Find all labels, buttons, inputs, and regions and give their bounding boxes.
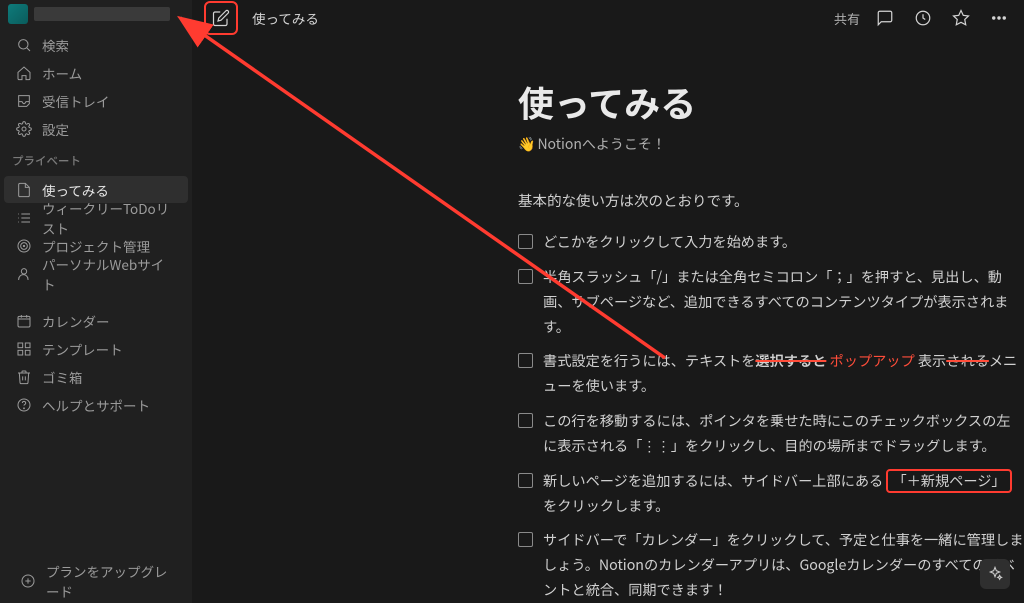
page-title[interactable]: 使ってみる xyxy=(518,76,1024,128)
checkbox[interactable] xyxy=(518,234,533,249)
topbar: 使ってみる 共有 xyxy=(192,0,1024,36)
todo-text: どこかをクリックして入力を始めます。 xyxy=(543,230,796,255)
updates-button[interactable] xyxy=(910,5,936,31)
list-icon xyxy=(16,210,32,226)
checkbox[interactable] xyxy=(518,269,533,284)
more-button[interactable] xyxy=(986,5,1012,31)
intro-text[interactable]: 基本的な使い方は次のとおりです。 xyxy=(518,190,1024,211)
workspace-name xyxy=(34,7,170,21)
breadcrumb[interactable]: 使ってみる xyxy=(252,8,319,28)
templates-icon xyxy=(16,341,32,357)
sidebar-page-personal-site[interactable]: パーソナルWebサイト xyxy=(4,260,188,287)
todo-list: どこかをクリックして入力を始めます。 半角スラッシュ「/」または全角セミコロン「… xyxy=(518,225,1024,603)
target-icon xyxy=(16,238,32,254)
inbox-icon xyxy=(16,93,32,109)
sidebar: ⌄ 検索 ホーム 受信トレイ 設定 プライベート xyxy=(0,0,192,603)
sidebar-inbox[interactable]: 受信トレイ xyxy=(4,87,188,114)
trash-icon xyxy=(16,369,32,385)
annotation-highlight-newpage: 「＋新規ページ」 xyxy=(886,469,1011,493)
todo-text: 新しいページを追加するには、サイドバー上部にある 「＋新規ページ」 をクリックし… xyxy=(543,469,1024,519)
todo-text: この行を移動するには、ポインタを乗せた時にこのチェックボックスの左に表示される「… xyxy=(543,409,1024,459)
page-content: 使ってみる 👋Notionへようこそ！ 基本的な使い方は次のとおりです。 どこか… xyxy=(192,36,1024,603)
todo-item[interactable]: 書式設定を行うには、テキストを選択すると ポップアップ 表示されるメニューを使い… xyxy=(518,344,1024,404)
sidebar-item-label: パーソナルWebサイト xyxy=(42,254,176,294)
home-icon xyxy=(16,65,32,81)
chevron-down-icon: ⌄ xyxy=(176,7,184,22)
page-icon xyxy=(16,182,32,198)
annotation-highlight-compose xyxy=(204,1,238,35)
sidebar-settings[interactable]: 設定 xyxy=(4,115,188,142)
checkbox[interactable] xyxy=(518,353,533,368)
gear-icon xyxy=(16,121,32,137)
checkbox[interactable] xyxy=(518,413,533,428)
checkbox[interactable] xyxy=(518,532,533,547)
sidebar-item-label: プロジェクト管理 xyxy=(42,236,150,256)
welcome-text: Notionへようこそ！ xyxy=(537,134,665,154)
todo-item[interactable]: サイドバーで「カレンダー」をクリックして、予定と仕事を一緒に管理しましょう。No… xyxy=(518,523,1024,603)
sidebar-settings-label: 設定 xyxy=(42,119,69,139)
new-page-button[interactable] xyxy=(208,5,234,31)
welcome-line[interactable]: 👋Notionへようこそ！ xyxy=(518,134,1024,154)
checkbox[interactable] xyxy=(518,473,533,488)
wave-icon: 👋 xyxy=(518,134,535,154)
workspace-avatar xyxy=(8,4,28,24)
plus-circle-icon xyxy=(20,573,36,589)
share-button[interactable]: 共有 xyxy=(834,9,860,28)
main-area: 使ってみる 共有 使ってみる 👋Notionへようこそ！ 基本的な使い方は次の xyxy=(192,0,1024,603)
search-icon xyxy=(16,37,32,53)
todo-text: 半角スラッシュ「/」または全角セミコロン「；」を押すと、見出し、動画、サブページ… xyxy=(543,265,1024,340)
sidebar-item-label: 使ってみる xyxy=(42,180,109,200)
sidebar-private-header: プライベート xyxy=(0,145,192,173)
todo-item[interactable]: この行を移動するには、ポインタを乗せた時にこのチェックボックスの左に表示される「… xyxy=(518,404,1024,464)
sidebar-upgrade[interactable]: プランをアップグレード xyxy=(8,567,184,594)
todo-item[interactable]: 半角スラッシュ「/」または全角セミコロン「；」を押すと、見出し、動画、サブページ… xyxy=(518,260,1024,345)
todo-text: 書式設定を行うには、テキストを選択すると ポップアップ 表示されるメニューを使い… xyxy=(543,349,1024,399)
ai-assistant-button[interactable] xyxy=(980,559,1010,589)
sidebar-item-label: カレンダー xyxy=(42,311,110,331)
sidebar-item-label: プランをアップグレード xyxy=(46,561,172,601)
person-icon xyxy=(16,266,32,282)
comments-button[interactable] xyxy=(872,5,898,31)
sidebar-help[interactable]: ヘルプとサポート xyxy=(4,391,188,418)
todo-item[interactable]: どこかをクリックして入力を始めます。 xyxy=(518,225,1024,260)
workspace-switcher[interactable]: ⌄ xyxy=(0,0,192,28)
sidebar-trash[interactable]: ゴミ箱 xyxy=(4,363,188,390)
sidebar-inbox-label: 受信トレイ xyxy=(42,91,110,111)
calendar-icon xyxy=(16,313,32,329)
sidebar-item-label: ヘルプとサポート xyxy=(42,395,150,415)
todo-text: サイドバーで「カレンダー」をクリックして、予定と仕事を一緒に管理しましょう。No… xyxy=(543,528,1024,603)
sidebar-search[interactable]: 検索 xyxy=(4,31,188,58)
favorite-button[interactable] xyxy=(948,5,974,31)
sidebar-home[interactable]: ホーム xyxy=(4,59,188,86)
sidebar-search-label: 検索 xyxy=(42,35,69,55)
sidebar-item-label: ウィークリーToDoリスト xyxy=(42,198,176,238)
todo-item[interactable]: 新しいページを追加するには、サイドバー上部にある 「＋新規ページ」 をクリックし… xyxy=(518,464,1024,524)
help-icon xyxy=(16,397,32,413)
sidebar-item-label: テンプレート xyxy=(42,339,123,359)
sidebar-calendar[interactable]: カレンダー xyxy=(4,307,188,334)
sidebar-page-weekly-todo[interactable]: ウィークリーToDoリスト xyxy=(4,204,188,231)
sidebar-templates[interactable]: テンプレート xyxy=(4,335,188,362)
sidebar-item-label: ゴミ箱 xyxy=(42,367,83,387)
sidebar-home-label: ホーム xyxy=(42,63,82,83)
